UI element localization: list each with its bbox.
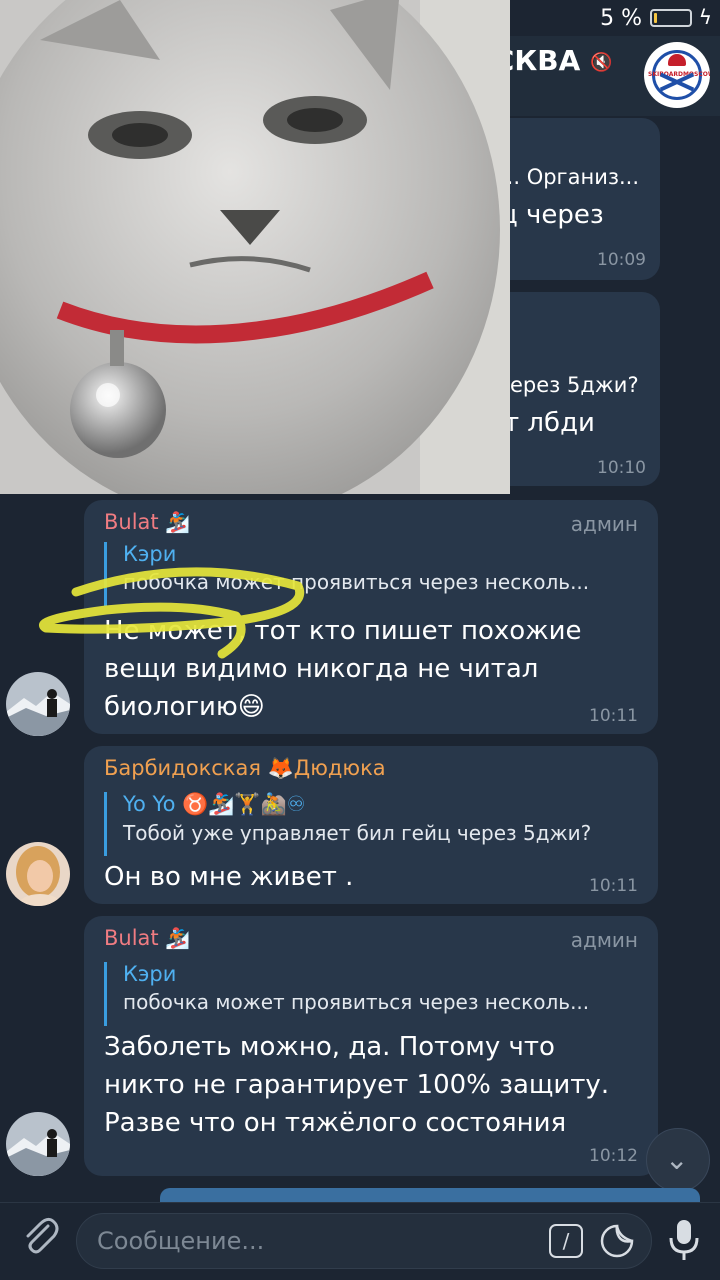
message-input[interactable] bbox=[97, 1224, 517, 1258]
reply-preview[interactable]: Yo Yo ♉️🏂🏋️🚵♾ Тобой уже управляет бил ге… bbox=[104, 792, 591, 856]
scroll-to-bottom-button[interactable]: ⌄ bbox=[646, 1128, 710, 1192]
message-text: Заболеть можно, да. Потому что никто не … bbox=[104, 1032, 610, 1138]
message-time: 10:11 bbox=[589, 706, 638, 726]
reply-author: Yo Yo ♉️🏂🏋️🚵♾ bbox=[123, 792, 306, 816]
reply-text: побочка может проявиться через несколь..… bbox=[123, 990, 590, 1014]
message-bubble[interactable]: Bulat 🏂 админ Кэри побочка может проявит… bbox=[84, 916, 658, 1176]
mute-icon: 🔇 bbox=[590, 52, 613, 73]
group-avatar[interactable]: SKIBOARDMOSCOW bbox=[644, 42, 710, 108]
avatar-bulat[interactable] bbox=[6, 672, 70, 736]
sender-name: Bulat bbox=[104, 926, 159, 950]
message-time: 10:10 bbox=[597, 458, 646, 478]
admin-badge: админ bbox=[570, 928, 638, 952]
message-bubble[interactable]: Барбидокская 🦊Дюдюка Yo Yo ♉️🏂🏋️🚵♾ Тобой… bbox=[84, 746, 658, 904]
pending-message-preview bbox=[160, 1188, 700, 1202]
message-time: 10:09 bbox=[597, 250, 646, 270]
chevron-down-icon: ⌄ bbox=[665, 1143, 689, 1176]
message-text-line: ерез 5джи? bbox=[510, 373, 639, 397]
sender-name: Bulat bbox=[104, 510, 159, 534]
reply-author: Кэри bbox=[123, 962, 177, 986]
battery-icon bbox=[650, 9, 692, 27]
message-time: 10:12 bbox=[589, 1146, 638, 1166]
group-avatar-logo-text: SKIBOARDMOSCOW bbox=[648, 71, 710, 78]
avatar-barbidokskaya[interactable] bbox=[6, 842, 70, 906]
microphone-icon[interactable] bbox=[662, 1216, 706, 1264]
reply-preview[interactable]: Кэри побочка может проявиться через неск… bbox=[104, 962, 589, 1026]
message-text-line: ц через bbox=[500, 200, 604, 230]
paperclip-icon[interactable] bbox=[18, 1214, 62, 1258]
message-text-line: ... Организ... bbox=[500, 165, 640, 189]
message-sender[interactable]: Bulat 🏂 bbox=[104, 926, 190, 950]
sticker-icon[interactable] bbox=[599, 1223, 635, 1259]
message-text-line: т лбди bbox=[504, 408, 595, 438]
message-sender[interactable]: Барбидокская 🦊Дюдюка bbox=[104, 756, 386, 781]
charge-icon: ϟ bbox=[698, 5, 712, 29]
battery-percentage: 5 % bbox=[600, 6, 642, 31]
admin-badge: админ bbox=[570, 512, 638, 536]
message-time: 10:11 bbox=[589, 876, 638, 896]
message-bubble-partial-1[interactable]: ... Организ... ц через 10:09 bbox=[490, 118, 660, 280]
reply-text: Тобой уже управляет бил гейц через 5джи? bbox=[123, 821, 592, 845]
message-bubble-partial-2[interactable]: ерез 5джи? т лбди 10:10 bbox=[490, 292, 660, 486]
snowboard-icon: 🏂 bbox=[165, 926, 191, 950]
message-sender[interactable]: Bulat 🏂 bbox=[104, 510, 190, 534]
avatar-bulat[interactable] bbox=[6, 1112, 70, 1176]
highlighter-scribble bbox=[39, 567, 305, 659]
snowboard-icon: 🏂 bbox=[165, 510, 191, 534]
cat-photo-sticker[interactable] bbox=[0, 0, 510, 494]
message-text: Он во мне живет . bbox=[104, 862, 354, 892]
message-input-field[interactable]: / bbox=[76, 1213, 652, 1269]
bot-command-icon[interactable]: / bbox=[549, 1224, 583, 1258]
